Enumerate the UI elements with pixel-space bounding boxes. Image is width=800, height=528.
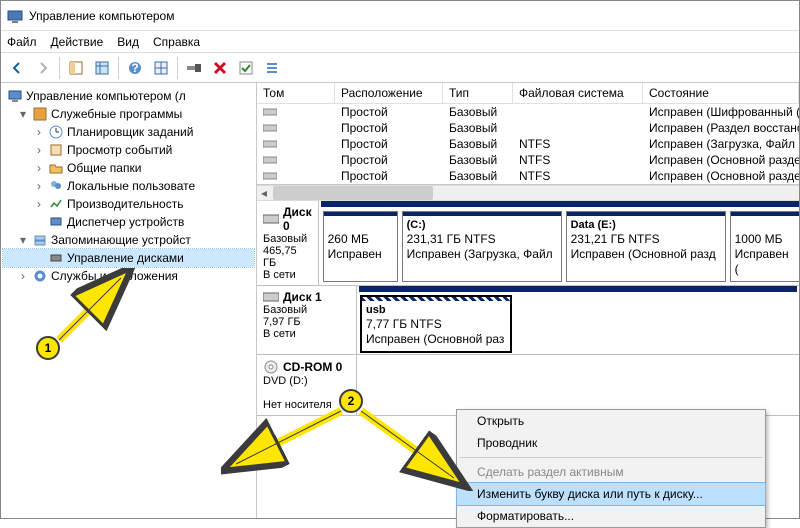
disk-icon <box>263 213 279 225</box>
drive-icon <box>263 171 277 181</box>
toolbar: ? <box>1 53 799 83</box>
ctx-make-active[interactable]: Сделать раздел активным <box>457 461 765 483</box>
partition[interactable]: 1000 МБИсправен ( <box>730 211 799 282</box>
disk-0-row[interactable]: Диск 0 Базовый 465,75 ГБ В сети 260 МБИс… <box>257 201 799 286</box>
volumes-header[interactable]: Том Расположение Тип Файловая система Со… <box>257 83 799 104</box>
gear-icon <box>32 268 48 284</box>
table-row[interactable]: ПростойБазовыйИсправен (Шифрованный (EFI… <box>257 104 799 120</box>
disk-0-info: Диск 0 Базовый 465,75 ГБ В сети <box>257 201 319 285</box>
delete-button[interactable] <box>208 56 232 80</box>
arrow-2b-icon <box>356 406 476 491</box>
tree-task-scheduler[interactable]: ›Планировщик заданий <box>3 123 254 141</box>
view-button[interactable] <box>90 56 114 80</box>
drive-icon <box>263 155 277 165</box>
collapse-icon[interactable]: ▾ <box>17 107 29 121</box>
partition[interactable]: 260 МБИсправен <box>323 211 398 282</box>
forward-button[interactable] <box>31 56 55 80</box>
cd-icon <box>263 359 279 375</box>
arrow-2a-icon <box>221 406 351 486</box>
separator <box>459 457 763 458</box>
event-icon <box>48 142 64 158</box>
window-title: Управление компьютером <box>29 9 174 23</box>
users-icon <box>48 178 64 194</box>
collapse-icon[interactable]: ▾ <box>17 233 29 247</box>
volumes-scrollbar[interactable]: ◂ <box>257 185 799 201</box>
tree-performance[interactable]: ›Производительность <box>3 195 254 213</box>
tree-system-tools[interactable]: ▾ Служебные программы <box>3 105 254 123</box>
disk-icon <box>263 291 279 303</box>
volumes-table[interactable]: Том Расположение Тип Файловая система Со… <box>257 83 799 185</box>
menubar: Файл Действие Вид Справка <box>1 31 799 53</box>
device-icon <box>48 214 64 230</box>
col-type[interactable]: Тип <box>443 83 513 103</box>
disk-icon <box>48 250 64 266</box>
table-row[interactable]: ПростойБазовыйNTFSИсправен (Основной раз… <box>257 152 799 168</box>
computer-icon <box>7 88 23 104</box>
svg-text:?: ? <box>131 61 138 75</box>
drive-icon <box>263 139 277 149</box>
computer-management-icon <box>7 8 23 24</box>
col-layout[interactable]: Расположение <box>335 83 443 103</box>
settings-button[interactable] <box>182 56 206 80</box>
col-fs[interactable]: Файловая система <box>513 83 643 103</box>
table-row[interactable]: ПростойБазовыйNTFSИсправен (Основной раз… <box>257 168 799 184</box>
table-row[interactable]: ПростойБазовыйNTFSИсправен (Загрузка, Фа… <box>257 136 799 152</box>
tree-disk-management[interactable]: Управление дисками <box>3 249 254 267</box>
tools-icon <box>32 106 48 122</box>
list-button[interactable] <box>260 56 284 80</box>
partition-data-e[interactable]: Data (E:)231,21 ГБ NTFSИсправен (Основно… <box>566 211 726 282</box>
disk-1-info: Диск 1 Базовый 7,97 ГБ В сети <box>257 286 357 354</box>
help-button[interactable]: ? <box>123 56 147 80</box>
ctx-format[interactable]: Форматировать... <box>457 505 765 527</box>
menu-action[interactable]: Действие <box>51 35 104 49</box>
ctx-explorer[interactable]: Проводник <box>457 432 765 454</box>
callout-1: 1 <box>36 336 60 360</box>
perf-icon <box>48 196 64 212</box>
drive-icon <box>263 123 277 133</box>
back-button[interactable] <box>5 56 29 80</box>
refresh-button[interactable] <box>149 56 173 80</box>
tree-storage[interactable]: ▾Запоминающие устройст <box>3 231 254 249</box>
tree-event-viewer[interactable]: ›Просмотр событий <box>3 141 254 159</box>
storage-icon <box>32 232 48 248</box>
titlebar: Управление компьютером <box>1 1 799 31</box>
col-status[interactable]: Состояние <box>643 83 799 103</box>
ctx-change-letter[interactable]: Изменить букву диска или путь к диску... <box>457 483 765 505</box>
col-volume[interactable]: Том <box>257 83 335 103</box>
drive-icon <box>263 107 277 117</box>
arrow-1-icon <box>51 268 141 348</box>
tree-shared-folders[interactable]: ›Общие папки <box>3 159 254 177</box>
menu-help[interactable]: Справка <box>153 35 200 49</box>
tree-root[interactable]: Управление компьютером (л <box>3 87 254 105</box>
folder-icon <box>48 160 64 176</box>
partition-c[interactable]: (C:)231,31 ГБ NTFSИсправен (Загрузка, Фа… <box>402 211 562 282</box>
disk-1-row[interactable]: Диск 1 Базовый 7,97 ГБ В сети usb7,77 ГБ… <box>257 286 799 355</box>
menu-file[interactable]: Файл <box>7 35 37 49</box>
context-menu: Открыть Проводник Сделать раздел активны… <box>456 409 766 528</box>
properties-button[interactable] <box>234 56 258 80</box>
partition-usb[interactable]: usb7,77 ГБ NTFSИсправен (Основной раз <box>361 296 511 352</box>
ctx-open[interactable]: Открыть <box>457 410 765 432</box>
clock-icon <box>48 124 64 140</box>
tree-local-users[interactable]: ›Локальные пользовате <box>3 177 254 195</box>
tree-device-manager[interactable]: Диспетчер устройств <box>3 213 254 231</box>
callout-2: 2 <box>339 389 363 413</box>
menu-view[interactable]: Вид <box>117 35 139 49</box>
table-row[interactable]: ПростойБазовыйИсправен (Раздел восстанов… <box>257 120 799 136</box>
show-hide-tree-button[interactable] <box>64 56 88 80</box>
